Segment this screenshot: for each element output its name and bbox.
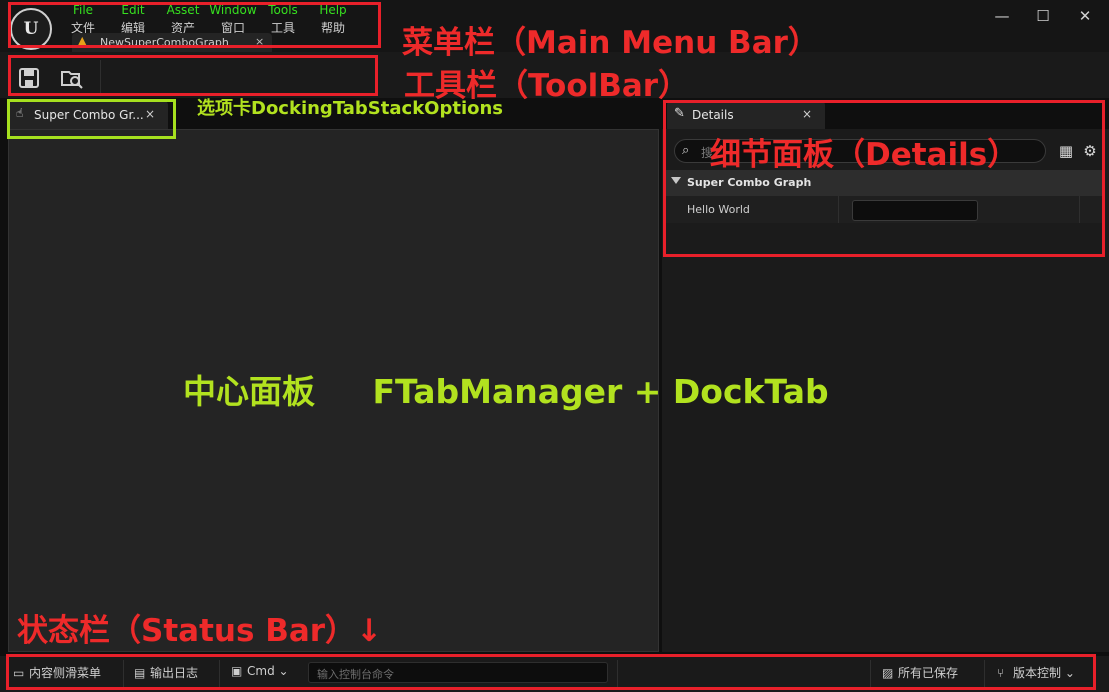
dock-tab-highlight <box>7 99 176 139</box>
details-highlight <box>663 100 1105 257</box>
menu-bar-annotation: 菜单栏（Main Menu Bar） <box>402 25 819 61</box>
maximize-button[interactable]: ☐ <box>1031 6 1055 26</box>
menu-bar-highlight <box>8 2 381 48</box>
toolbar-highlight <box>8 55 378 96</box>
status-bar-highlight <box>6 654 1096 690</box>
minimize-button[interactable]: — <box>990 6 1014 26</box>
details-annotation: 细节面板（Details） <box>710 137 1019 173</box>
docking-tab-annotation: 选项卡DockingTabStackOptions <box>197 98 504 119</box>
close-window-button[interactable]: ✕ <box>1073 6 1097 26</box>
status-bar-annotation: 状态栏（Status Bar）↓ <box>17 613 383 649</box>
center-panel-annotation: 中心面板 FTabManager + DockTab <box>183 372 829 411</box>
